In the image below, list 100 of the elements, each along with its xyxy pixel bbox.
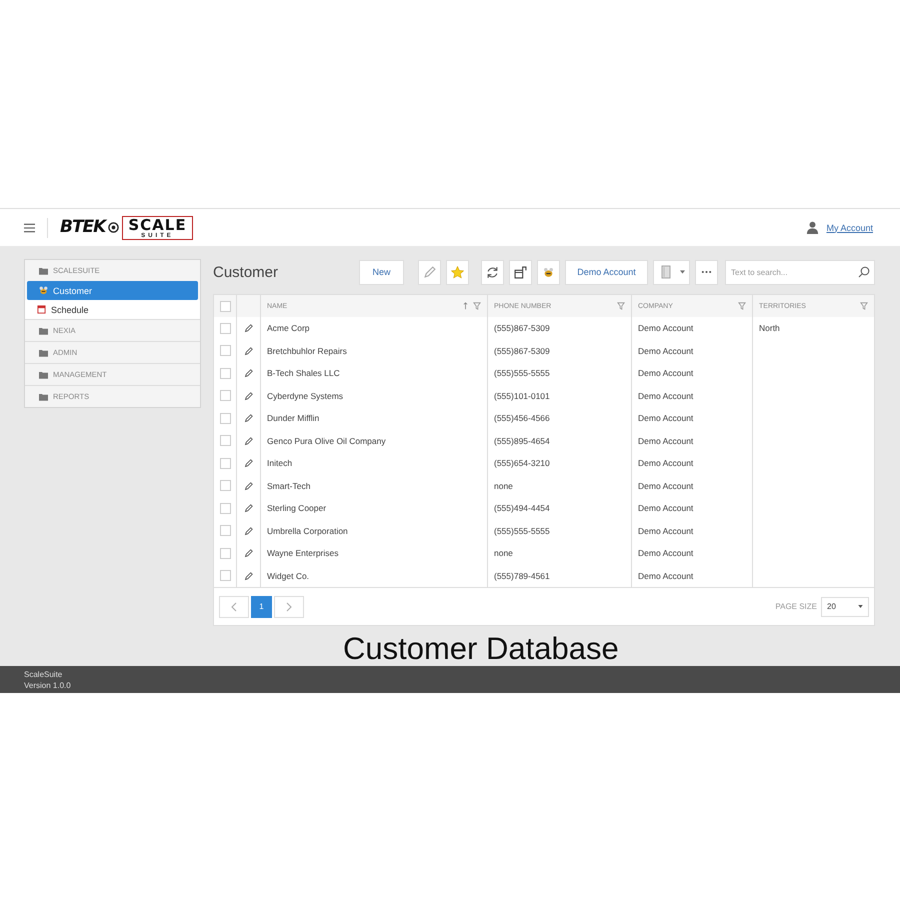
pencil-icon[interactable] [244, 392, 253, 401]
table-cell-text: Demo Account [637, 480, 694, 491]
table-cell-text: none [493, 480, 513, 491]
pencil-icon[interactable] [244, 414, 253, 424]
page-size-label: PAGE SIZE [775, 602, 817, 611]
caption-text: Customer Database [342, 631, 620, 667]
caret-icon [858, 605, 863, 608]
sidebar-item[interactable]: Schedule [25, 300, 200, 319]
footer-app-name: ScaleSuite [24, 668, 64, 680]
pencil-icon[interactable] [244, 526, 253, 536]
table-cell-text: Demo Account [637, 368, 694, 378]
table-cell-text: Demo Account [637, 570, 694, 581]
logo-text: SCALE [128, 218, 187, 232]
my-account-link[interactable]: My Account [826, 222, 873, 232]
select-all-checkbox[interactable] [220, 300, 230, 312]
row-checkbox[interactable] [220, 525, 230, 536]
table-cell-text: Dunder Mifflin [266, 413, 320, 424]
user-icon [806, 221, 820, 234]
pencil-icon[interactable] [244, 504, 253, 514]
table-cell-text: Wayne Enterprises [266, 548, 338, 558]
pencil-icon[interactable] [244, 572, 253, 581]
pencil-icon[interactable] [244, 436, 253, 446]
pencil-icon[interactable] [244, 549, 253, 558]
bee-button[interactable] [537, 260, 560, 284]
folder-icon [39, 392, 48, 400]
pencil-icon[interactable] [244, 482, 253, 491]
pencil-icon[interactable] [244, 324, 253, 334]
bee-icon [542, 266, 555, 278]
pencil-icon[interactable] [244, 369, 253, 378]
pencil-icon[interactable] [244, 459, 253, 468]
row-checkbox[interactable] [220, 480, 230, 492]
calendar-icon [37, 305, 46, 314]
table-cell-text: (555)654-3210 [493, 458, 550, 468]
table-cell-text: Demo Account [637, 526, 694, 536]
filter-icon[interactable] [617, 302, 625, 310]
row-checkbox[interactable] [220, 390, 230, 402]
table-cell-text: Bretchbuhlor Repairs [266, 346, 347, 356]
pencil-icon[interactable] [244, 346, 253, 356]
table-cell-text: (555)494-4454 [493, 503, 550, 514]
filter-icon[interactable] [738, 302, 746, 310]
page-button[interactable]: 1 [251, 596, 272, 618]
row-checkbox[interactable] [220, 368, 230, 379]
row-checkbox[interactable] [220, 548, 230, 559]
folder-icon [39, 348, 48, 356]
previous-page-button[interactable] [219, 596, 249, 618]
next-page-button[interactable] [274, 596, 304, 618]
table-cell-text: (555)101-0101 [493, 390, 550, 401]
row-checkbox[interactable] [220, 322, 230, 334]
table-cell-text: Cyberdyne Systems [266, 390, 344, 401]
sidebar-item[interactable]: Customer [27, 281, 198, 300]
window-icon [514, 266, 527, 278]
table-cell-text: (555)555-5555 [493, 526, 550, 536]
table-cell-text: (555)456-4566 [493, 413, 550, 424]
table-cell-text: Demo Account [637, 413, 694, 424]
new-button[interactable]: New [359, 260, 404, 284]
account-button[interactable]: Demo Account [565, 260, 648, 284]
table-cell-text: Smart-Tech [266, 480, 310, 491]
table-cell-text: B-Tech Shales LLC [266, 368, 340, 378]
row-checkbox[interactable] [220, 412, 230, 424]
refresh-button[interactable] [481, 260, 504, 284]
table-cell-text: Sterling Cooper [266, 503, 326, 514]
table-cell-text: North [758, 323, 780, 334]
filter-icon[interactable] [473, 302, 481, 310]
folder-icon [39, 370, 48, 378]
table-cell-text: Initech [266, 458, 292, 468]
door-dropdown[interactable] [653, 260, 690, 284]
row-checkbox[interactable] [220, 458, 230, 469]
bee-icon [39, 286, 48, 295]
emblem-icon [108, 222, 120, 233]
door-icon [661, 265, 671, 279]
table-cell-text: Demo Account [637, 390, 694, 401]
row-checkbox[interactable] [220, 570, 230, 582]
chevron-left-icon [231, 602, 237, 612]
edit-button[interactable] [418, 260, 441, 284]
table-cell-text: Umbrella Corporation [266, 526, 348, 536]
row-checkbox[interactable] [220, 502, 230, 514]
search-icon[interactable] [858, 266, 870, 278]
table-cell-text: Acme Corp [266, 323, 310, 334]
footer-version: Version 1.0.0 [24, 680, 72, 690]
favorite-button[interactable] [446, 260, 469, 284]
ellipsis-icon [701, 270, 712, 274]
menu-icon[interactable] [24, 222, 35, 232]
table-cell-text: Widget Co. [266, 570, 310, 581]
export-button[interactable] [509, 260, 532, 284]
table-cell-text: (555)789-4561 [493, 570, 550, 581]
table-cell-text: (555)895-4654 [493, 436, 550, 446]
page-size-dropdown[interactable]: 20 [821, 596, 869, 616]
row-checkbox[interactable] [220, 345, 230, 356]
row-checkbox[interactable] [220, 435, 230, 446]
table-cell-text: Demo Account [637, 323, 694, 334]
page-title: Customer [213, 264, 278, 280]
table-cell-text: none [493, 548, 513, 558]
search-field[interactable]: Text to search... [725, 260, 875, 284]
table-cell-text: Demo Account [637, 346, 694, 356]
refresh-icon [486, 266, 499, 278]
folder-icon [39, 326, 48, 334]
table-cell-text: (555)867-5309 [493, 323, 550, 334]
filter-icon[interactable] [860, 302, 868, 310]
more-button[interactable] [695, 260, 718, 284]
table-cell-text: Demo Account [637, 436, 694, 446]
